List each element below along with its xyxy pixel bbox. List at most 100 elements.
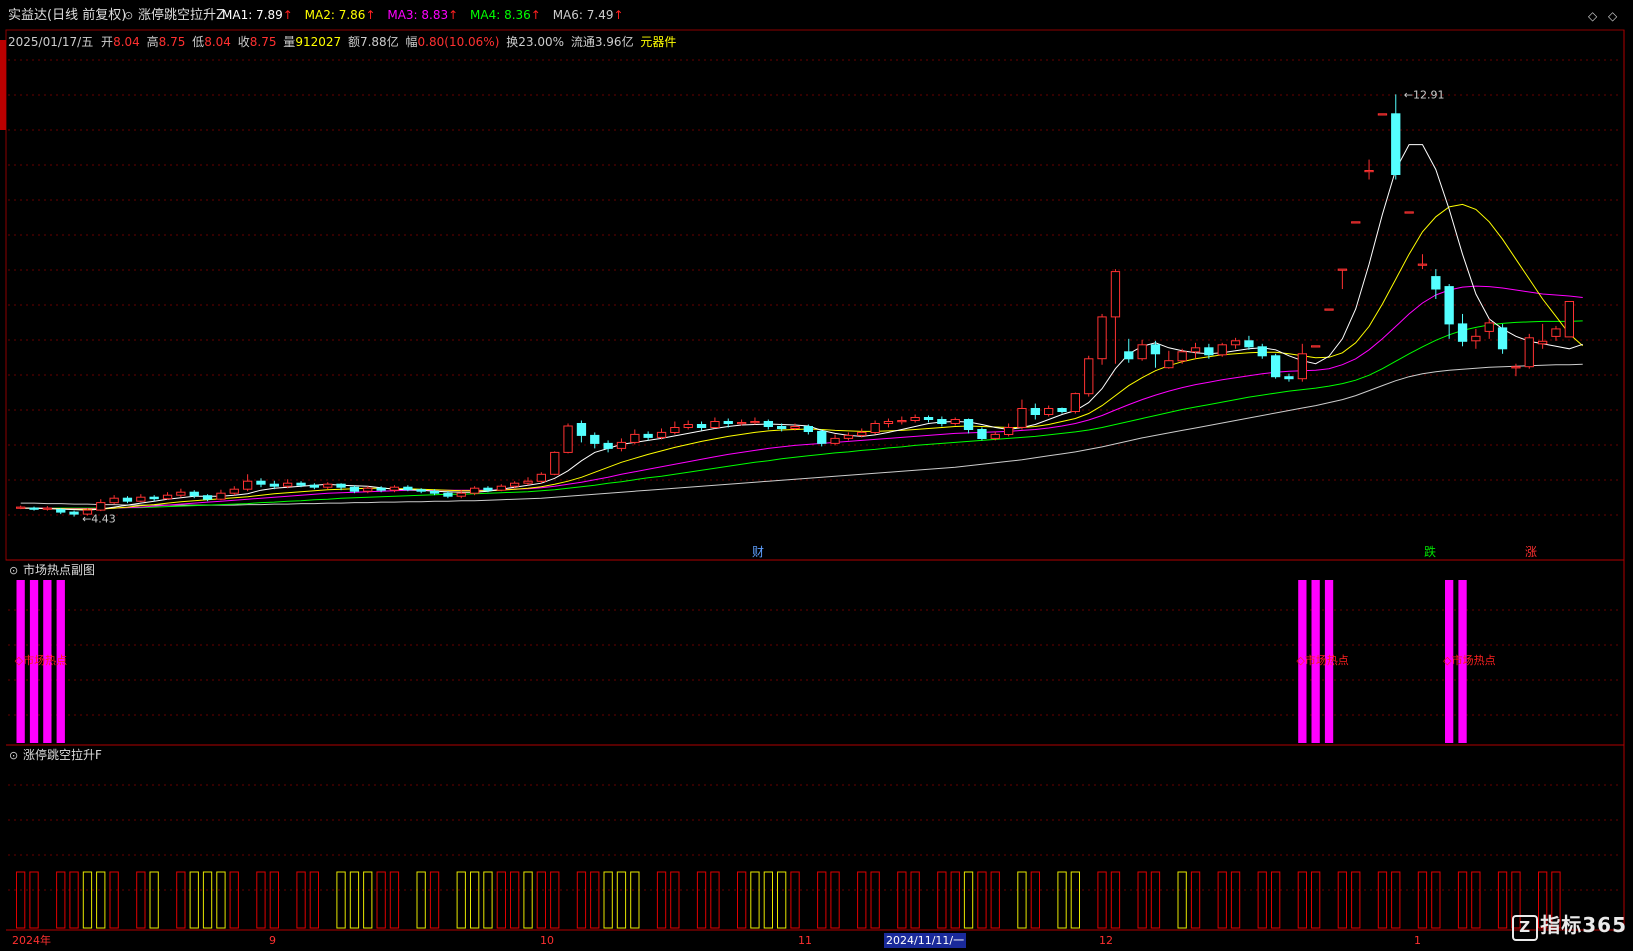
open-label: 开: [101, 35, 113, 49]
candle: [1311, 345, 1321, 348]
event-marker-fall[interactable]: 跌: [1424, 544, 1436, 559]
candle: [1057, 407, 1067, 414]
candle: [229, 486, 239, 496]
candle: [309, 483, 320, 490]
candle: [897, 416, 907, 425]
candle-body: [710, 421, 720, 428]
event-marker-finance[interactable]: 财: [752, 545, 764, 559]
moving-average-lines: [20, 144, 1584, 511]
candle: [1497, 323, 1508, 354]
gap-bar: [363, 871, 373, 929]
gap-bar: [136, 871, 146, 929]
event-marker-rise[interactable]: 涨: [1525, 544, 1537, 559]
candle-body: [1391, 113, 1401, 176]
gap-bar: [1297, 871, 1307, 929]
candle: [1271, 353, 1281, 379]
period-label: (日线 前复权): [47, 7, 126, 23]
candle-body: [563, 425, 573, 453]
candle-body: [1124, 351, 1134, 360]
candle-body: [1271, 355, 1281, 378]
candle: [256, 478, 266, 488]
candle: [1110, 269, 1121, 364]
gap-bar: [1417, 871, 1428, 929]
candle-body: [389, 486, 400, 491]
indicator-name[interactable]: 涨停跳空拉升Z: [138, 7, 225, 23]
date-axis: 2024年 9 10 11 2024/11/11/一 12 1: [12, 933, 1421, 948]
window-title: 实益达(日线 前复权): [8, 7, 126, 23]
ma2-line: [20, 203, 1584, 510]
gap-bar: [696, 871, 707, 929]
left-tab-strip[interactable]: [0, 40, 6, 130]
ma6-arrow: ↑: [613, 8, 623, 22]
candle: [1030, 403, 1040, 420]
candle-body: [1551, 328, 1561, 337]
candle-body: [1417, 263, 1428, 266]
candlestick-series: [16, 94, 1574, 517]
fullscreen-icon[interactable]: ◇: [1588, 9, 1598, 23]
change-value: 0.80(10.06%): [418, 35, 500, 49]
hot-signal-bars: [16, 580, 1467, 743]
candle-body: [723, 421, 733, 424]
sector-tag[interactable]: 元器件: [640, 35, 676, 49]
gap-bar: [1097, 871, 1107, 929]
candle-body: [576, 423, 587, 436]
gap-bar: [1017, 871, 1027, 929]
ma1-arrow: ↑: [283, 8, 293, 22]
candle: [977, 427, 987, 441]
candle-body: [429, 490, 440, 494]
gap-panel-collapse-icon[interactable]: ⊙: [9, 749, 18, 762]
candle-body: [1164, 360, 1174, 369]
candle-body: [122, 497, 133, 502]
candle: [1337, 268, 1347, 290]
candle-body: [510, 482, 520, 487]
gap-bar: [229, 871, 239, 929]
candle: [523, 477, 533, 486]
date-label: 2024年: [12, 933, 51, 947]
candle-body: [136, 496, 146, 502]
candle-body: [777, 426, 787, 429]
candle-body: [29, 507, 39, 510]
candle: [1164, 350, 1174, 369]
gap-bar: [710, 871, 720, 929]
amount-value: 7.88亿: [360, 34, 399, 49]
candle: [963, 418, 974, 434]
candle: [16, 505, 26, 510]
gap-bar: [1057, 871, 1067, 929]
gap-bar: [1110, 871, 1121, 929]
ma3-label: MA3: 8.83: [387, 8, 448, 22]
indicator-selector-icon[interactable]: ⊙: [124, 9, 133, 22]
gap-bar: [523, 871, 533, 929]
hot-panel-collapse-icon[interactable]: ⊙: [9, 564, 18, 577]
gap-bar: [656, 871, 667, 929]
gap-bar: [1030, 871, 1040, 929]
candle: [937, 416, 947, 427]
candle: [243, 474, 253, 492]
date-label: 10: [540, 934, 554, 947]
settings-icon[interactable]: ◇: [1608, 9, 1618, 23]
candle: [456, 490, 466, 499]
candle: [656, 428, 667, 440]
grid-lines: [8, 59, 1622, 891]
candle: [1524, 333, 1534, 369]
candle: [710, 417, 720, 429]
candle-body: [1137, 344, 1147, 360]
candle: [536, 472, 547, 484]
candle: [670, 421, 680, 435]
gap-bar: [616, 871, 627, 929]
candle-body: [857, 431, 867, 436]
candle-body: [42, 507, 53, 510]
gap-bar: [349, 871, 360, 929]
gap-bar: [1431, 871, 1441, 929]
gap-panel-title[interactable]: 涨停跳空拉升F: [23, 747, 102, 762]
candle: [1484, 318, 1494, 339]
candle-body: [202, 495, 213, 500]
candle: [1324, 308, 1334, 311]
gap-bar: [1070, 871, 1080, 929]
gap-bar: [777, 871, 787, 929]
date-label: 9: [269, 934, 276, 947]
candle-body: [616, 441, 627, 449]
candle: [1230, 337, 1241, 349]
candle-body: [256, 480, 266, 485]
hot-panel-title[interactable]: 市场热点副图: [23, 562, 95, 577]
gap-bar: [977, 871, 987, 929]
